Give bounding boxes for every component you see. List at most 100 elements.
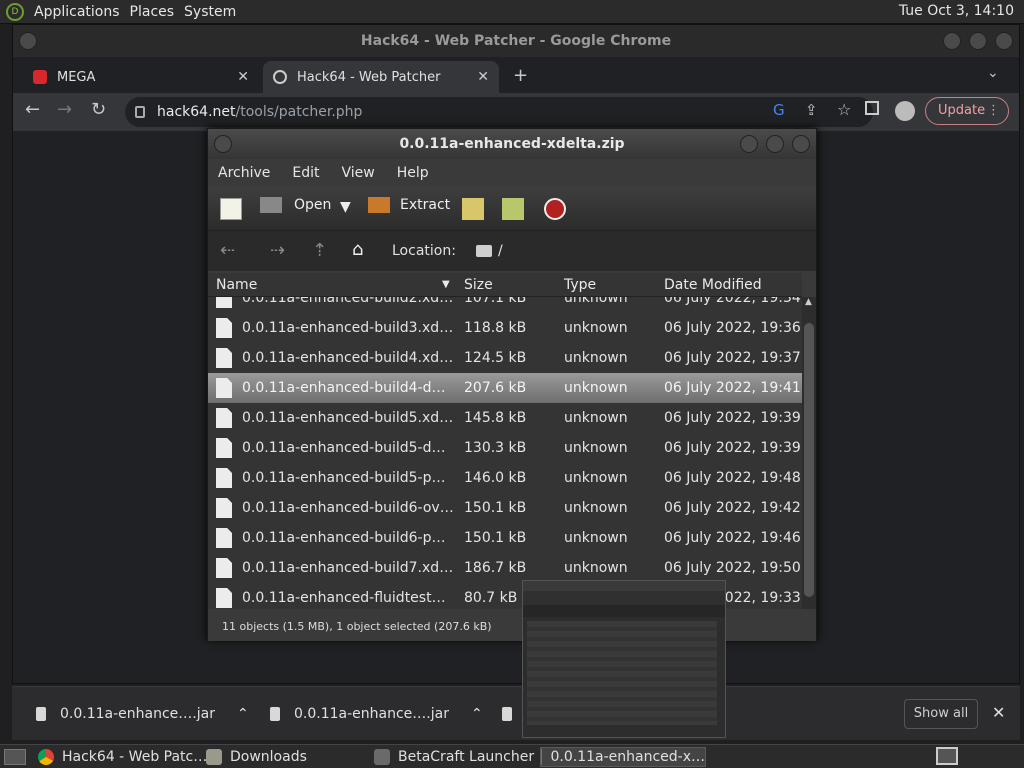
tab-mega[interactable]: MEGA ✕: [23, 61, 259, 93]
home-icon[interactable]: ⌂: [352, 239, 363, 260]
download-item[interactable]: 0.0.11a-enhance….jar ⌃: [36, 697, 249, 731]
vertical-scrollbar[interactable]: ▲: [802, 297, 816, 609]
file-size: 150.1 kB: [464, 530, 527, 546]
reload-icon[interactable]: ↻: [91, 99, 106, 120]
file-row[interactable]: 0.0.11a-enhanced-build3.xdelta 118.8 kB un…: [208, 313, 802, 343]
lock-icon[interactable]: [135, 106, 145, 118]
task-chrome[interactable]: Hack64 - Web Patc…: [38, 747, 207, 767]
chevron-up-icon[interactable]: ⌃: [471, 706, 483, 722]
extract-button[interactable]: Extract: [368, 197, 450, 213]
open-button[interactable]: Open: [260, 197, 331, 213]
file-type: unknown: [564, 350, 628, 366]
side-panel-icon[interactable]: [865, 101, 879, 115]
url-path: /tools/patcher.php: [235, 104, 363, 120]
file-icon: [216, 468, 232, 488]
show-desktop-icon[interactable]: [4, 749, 26, 765]
menu-help[interactable]: Help: [397, 165, 429, 181]
tab-label: Hack64 - Web Patcher: [297, 69, 441, 85]
window-menu-button[interactable]: [214, 135, 232, 153]
file-row[interactable]: 0.0.11a-enhanced-build5-dev.xd… 130.3 kB u…: [208, 433, 802, 463]
extract-label: Extract: [400, 197, 451, 213]
location-value[interactable]: /: [498, 243, 503, 259]
close-shelf-icon[interactable]: ✕: [992, 703, 1005, 722]
maximize-button[interactable]: [969, 32, 987, 50]
close-tab-icon[interactable]: ✕: [237, 69, 249, 85]
places-menu[interactable]: Places: [130, 4, 175, 20]
up-icon[interactable]: ⇡: [312, 240, 327, 261]
location-bar: ⇠ ⇢ ⇡ ⌂ Location: /: [208, 231, 816, 271]
forward-icon[interactable]: →: [57, 99, 72, 120]
window-preview-thumbnail[interactable]: [522, 580, 726, 738]
distro-logo-icon[interactable]: D: [6, 2, 24, 21]
column-type[interactable]: Type: [564, 277, 596, 293]
file-row-selected[interactable]: 0.0.11a-enhanced-build4-dev.xd… 207.6 kB u…: [208, 373, 802, 403]
column-date-modified[interactable]: Date Modified: [664, 277, 762, 293]
download-item[interactable]: 0.0.11a-enhance….jar ⌃: [270, 697, 483, 731]
back-icon[interactable]: ⇠: [220, 240, 235, 261]
sort-descending-icon[interactable]: ▼: [442, 279, 450, 290]
preview-location-bar: [523, 605, 725, 617]
new-archive-icon[interactable]: [220, 198, 242, 220]
scroll-up-icon[interactable]: ▲: [805, 297, 812, 307]
profile-avatar[interactable]: [895, 101, 915, 121]
close-window-button[interactable]: [995, 32, 1013, 50]
task-downloads[interactable]: Downloads: [206, 747, 307, 767]
bookmark-star-icon[interactable]: ☆: [837, 100, 851, 119]
minimize-button[interactable]: [740, 135, 758, 153]
back-icon[interactable]: ←: [25, 99, 40, 120]
forward-icon[interactable]: ⇢: [270, 240, 285, 261]
stop-icon[interactable]: [544, 198, 566, 220]
add-files-icon[interactable]: [462, 198, 484, 220]
file-icon: [216, 558, 232, 578]
task-archive-manager[interactable]: 0.0.11a-enhanced-x…: [540, 747, 706, 767]
show-all-button[interactable]: Show all: [904, 699, 978, 729]
file-size: 145.8 kB: [464, 410, 527, 426]
chevron-up-icon[interactable]: ⌃: [237, 706, 249, 722]
share-icon[interactable]: ⇪: [805, 101, 818, 119]
minimize-button[interactable]: [943, 32, 961, 50]
open-dropdown-icon[interactable]: ▼: [340, 199, 351, 215]
task-betacraft[interactable]: BetaCraft Launcher …: [374, 747, 553, 767]
file-type: unknown: [564, 380, 628, 396]
maximize-button[interactable]: [766, 135, 784, 153]
menu-edit[interactable]: Edit: [292, 165, 319, 181]
file-row[interactable]: 0.0.11a-enhanced-build6-overh… 150.1 kB un…: [208, 493, 802, 523]
file-type: unknown: [564, 500, 628, 516]
file-size: 186.7 kB: [464, 560, 527, 576]
window-menu-button[interactable]: [19, 32, 37, 50]
file-row[interactable]: 0.0.11a-enhanced-build4.xdelta 124.5 kB un…: [208, 343, 802, 373]
kebab-menu-icon[interactable]: ⋮: [987, 98, 1000, 124]
menu-view[interactable]: View: [342, 165, 375, 181]
workspace-switcher-icon[interactable]: [936, 747, 958, 765]
file-row[interactable]: 0.0.11a-enhanced-build7.xdelta 186.7 kB un…: [208, 553, 802, 583]
task-label: 0.0.11a-enhanced-x…: [550, 749, 705, 765]
clock[interactable]: Tue Oct 3, 14:10: [899, 3, 1014, 19]
close-window-button[interactable]: [792, 135, 810, 153]
close-tab-icon[interactable]: ✕: [477, 69, 489, 85]
new-tab-icon[interactable]: +: [513, 65, 528, 86]
menubar: Archive Edit View Help: [208, 159, 816, 187]
file-row[interactable]: 0.0.11a-enhanced-build5.xdelta 145.8 kB un…: [208, 403, 802, 433]
file-type: unknown: [564, 530, 628, 546]
tab-hack64[interactable]: Hack64 - Web Patcher ✕: [263, 61, 499, 93]
applications-menu[interactable]: Applications: [34, 4, 120, 20]
file-icon: [502, 707, 512, 721]
file-row[interactable]: 0.0.11a-enhanced-build5-patch… 146.0 kB un…: [208, 463, 802, 493]
add-folder-icon[interactable]: [502, 198, 524, 220]
file-icon: [216, 528, 232, 548]
google-icon[interactable]: G: [773, 101, 785, 119]
file-size: 118.8 kB: [464, 320, 527, 336]
menu-archive[interactable]: Archive: [218, 165, 270, 181]
archive-manager-window: 0.0.11a-enhanced-xdelta.zip Archive Edit…: [207, 128, 817, 641]
scrollbar-thumb[interactable]: [804, 323, 814, 597]
column-size[interactable]: Size: [464, 277, 493, 293]
file-date: 06 July 2022, 19:39: [664, 410, 801, 426]
update-button[interactable]: Update ⋮: [925, 97, 1009, 125]
file-name: 0.0.11a-enhanced-build2.xdelta: [242, 297, 454, 306]
address-bar[interactable]: hack64.net /tools/patcher.php G ⇪ ☆: [125, 97, 873, 127]
file-row[interactable]: 0.0.11a-enhanced-build6-patch… 150.1 kB un…: [208, 523, 802, 553]
system-menu[interactable]: System: [184, 4, 236, 20]
column-name[interactable]: Name: [216, 277, 257, 293]
tab-search-icon[interactable]: ⌄: [987, 65, 999, 81]
file-row[interactable]: 0.0.11a-enhanced-build2.xdelta 107.1 kB un…: [208, 297, 802, 313]
